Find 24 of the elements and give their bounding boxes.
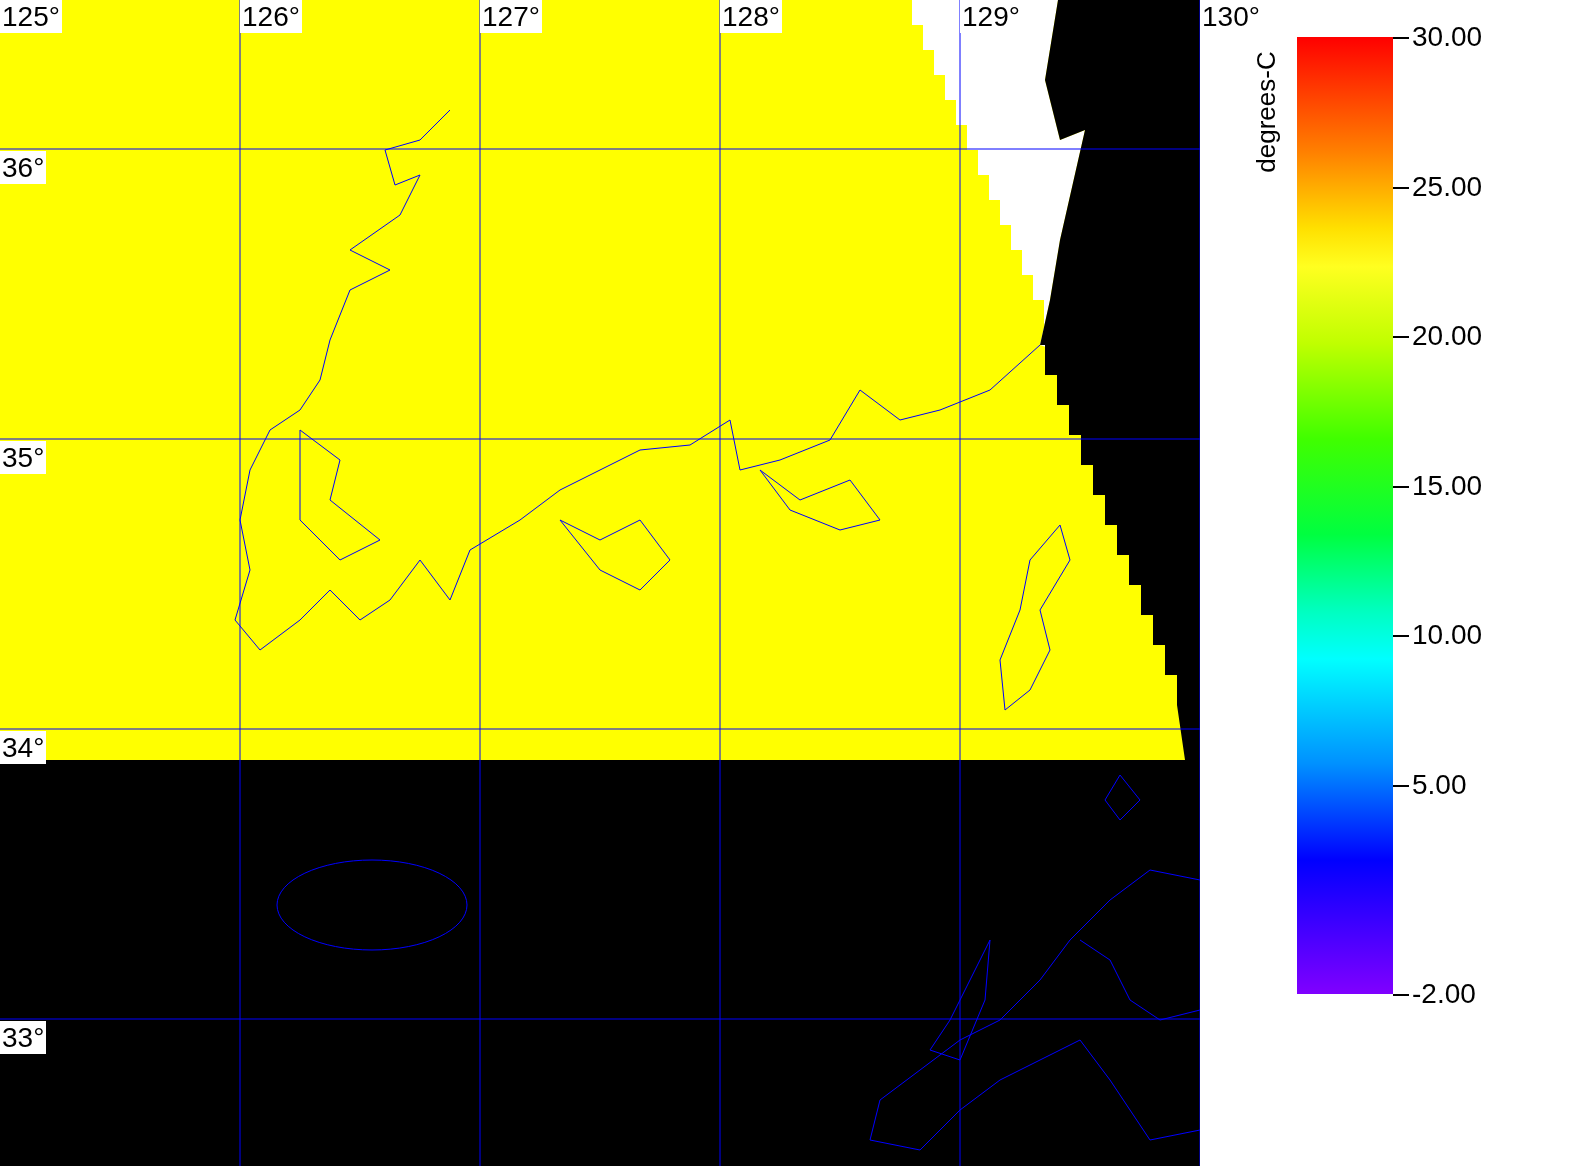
longitude-label: 129° xyxy=(960,0,1022,33)
latitude-label: 36° xyxy=(0,151,47,184)
scale-label: 20.00 xyxy=(1412,320,1483,353)
tick-mark xyxy=(1393,994,1409,996)
tick-mark xyxy=(1393,37,1409,39)
scale-label: 30.00 xyxy=(1412,21,1483,53)
longitude-label: 127° xyxy=(480,0,542,33)
scale-label: 15.00 xyxy=(1412,469,1483,502)
latitude-label: 33° xyxy=(0,1021,47,1054)
latitude-label: 35° xyxy=(0,441,47,474)
tick-mark xyxy=(1393,186,1409,189)
scale-label: 10.00 xyxy=(1412,619,1483,652)
tick-mark xyxy=(1393,635,1409,638)
tick-mark xyxy=(1393,336,1409,339)
tick-mark xyxy=(1393,784,1409,787)
longitude-label: 126° xyxy=(240,0,302,33)
longitude-label: 128° xyxy=(720,0,782,33)
scale-label: 5.00 xyxy=(1412,768,1467,801)
scale-label: -2.00 xyxy=(1412,978,1476,1010)
tick-mark xyxy=(1393,485,1409,488)
scale-label: 25.00 xyxy=(1412,170,1483,203)
latitude-label: 34° xyxy=(0,731,47,764)
longitude-label: 125° xyxy=(0,0,62,33)
unit-label: degrees-C xyxy=(1250,51,1281,173)
